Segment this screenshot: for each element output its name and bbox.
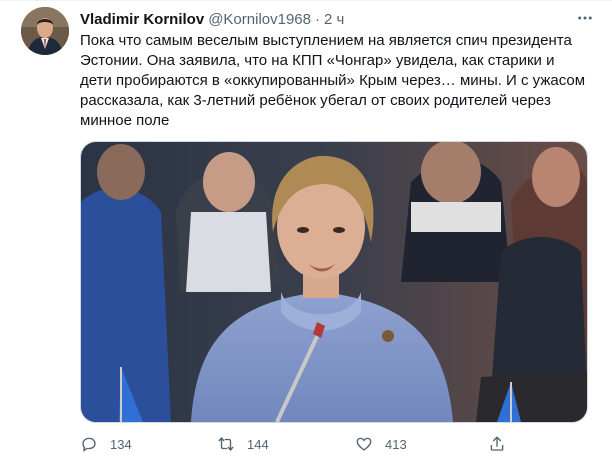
- tweet-timestamp[interactable]: 2 ч: [324, 11, 344, 28]
- avatar-image: [21, 7, 69, 55]
- photo-of-speaker: [81, 142, 587, 422]
- retweet-count: 144: [247, 436, 269, 452]
- more-options-button[interactable]: [572, 7, 598, 29]
- share-upload-icon: [490, 436, 504, 451]
- tweet-media-photo[interactable]: [80, 141, 588, 423]
- header-separator: ·: [315, 10, 320, 28]
- like-count: 413: [385, 436, 407, 452]
- avatar[interactable]: [21, 7, 69, 55]
- reply-button[interactable]: 134: [80, 431, 132, 457]
- speech-bubble-icon: [82, 437, 96, 452]
- heart-icon: [356, 437, 372, 451]
- tweet[interactable]: Vladimir Kornilov @Kornilov1968 · 2 ч По…: [0, 0, 612, 467]
- retweet-button[interactable]: 144: [217, 431, 269, 457]
- tweet-actions: 134 144 413: [80, 431, 520, 457]
- like-button[interactable]: 413: [355, 431, 407, 457]
- reply-count: 134: [110, 436, 132, 452]
- retweet-arrows-icon: [218, 437, 234, 451]
- tweet-header: Vladimir Kornilov @Kornilov1968 · 2 ч: [80, 9, 572, 29]
- tweet-text: Пока что самым веселым выступлением на я…: [80, 32, 586, 129]
- author-handle[interactable]: @Kornilov1968: [208, 11, 311, 28]
- share-button[interactable]: [488, 431, 506, 457]
- author-display-name[interactable]: Vladimir Kornilov: [80, 11, 204, 28]
- more-horizontal-icon: [578, 16, 592, 20]
